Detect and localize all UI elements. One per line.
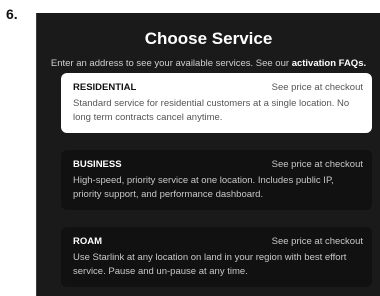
service-price: See price at checkout <box>271 159 363 170</box>
service-option-business[interactable]: BUSINESS See price at checkout High-spee… <box>61 150 372 210</box>
service-description: Standard service for residential custome… <box>73 98 350 123</box>
service-description: Use Starlink at any location on land in … <box>73 252 347 277</box>
service-option-roam[interactable]: ROAM See price at checkout Use Starlink … <box>61 227 372 287</box>
subtitle: Enter an address to see your available s… <box>37 58 380 69</box>
choose-service-panel: Choose Service Enter an address to see y… <box>36 13 380 296</box>
page-title: Choose Service <box>144 29 273 48</box>
service-name: ROAM <box>73 236 103 247</box>
service-name: RESIDENTIAL <box>73 82 137 93</box>
service-price: See price at checkout <box>271 236 363 247</box>
subtitle-text: Enter an address to see your available s… <box>50 58 290 69</box>
service-price: See price at checkout <box>271 82 363 93</box>
service-option-residential[interactable]: RESIDENTIAL See price at checkout Standa… <box>61 73 372 133</box>
activation-faqs-link[interactable]: activation FAQs. <box>292 58 366 69</box>
service-name: BUSINESS <box>73 159 122 170</box>
step-number: 6. <box>6 6 18 22</box>
service-description: High-speed, priority service at one loca… <box>73 175 334 200</box>
